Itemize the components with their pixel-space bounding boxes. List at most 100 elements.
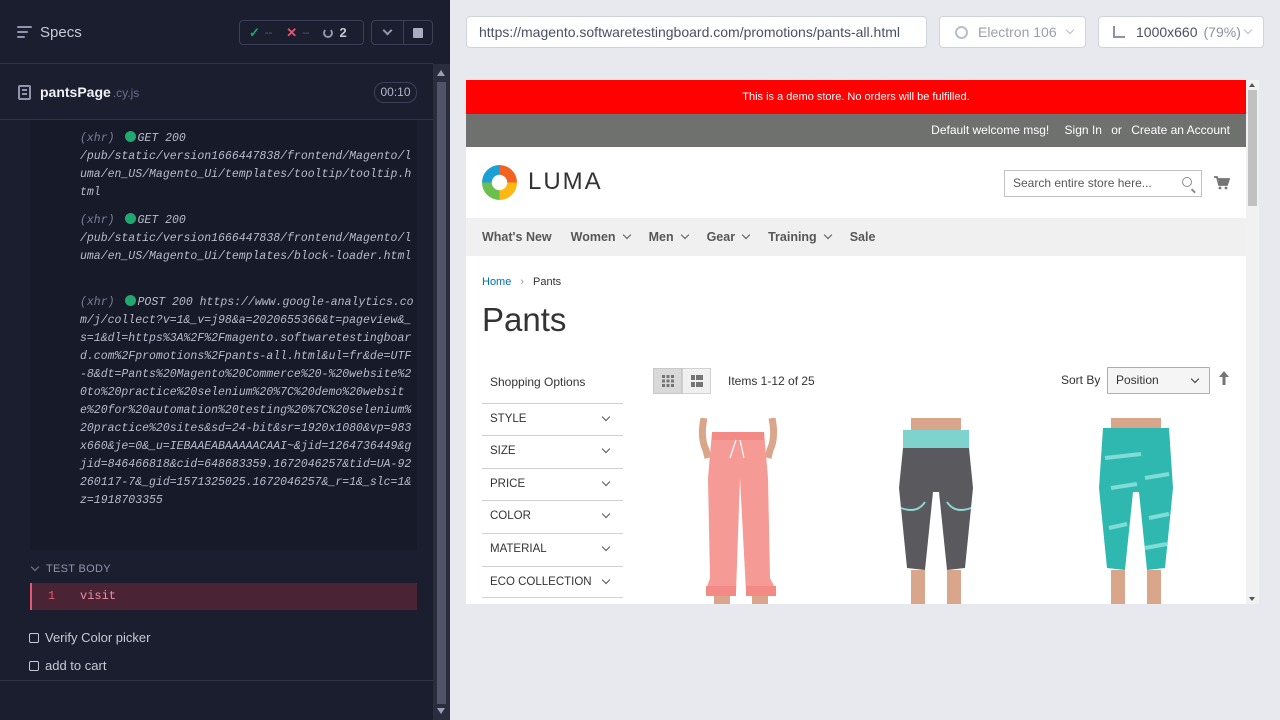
nav-sale[interactable]: Sale (850, 230, 876, 244)
test-title: add to cart (45, 658, 107, 673)
test-add-to-cart[interactable]: add to cart (29, 658, 106, 673)
filter-price[interactable]: PRICE (482, 468, 623, 500)
scrollbar-thumb[interactable] (1248, 90, 1257, 206)
stop-button[interactable] (404, 20, 433, 45)
grid-view-button[interactable] (653, 368, 682, 394)
chevron-down-icon (601, 575, 611, 585)
nav-training[interactable]: Training (768, 230, 832, 244)
filter-size[interactable]: SIZE (482, 435, 623, 467)
scroll-up-icon[interactable] (437, 70, 445, 76)
ruler-icon (1113, 26, 1125, 38)
shopping-options-title: Shopping Options (490, 375, 586, 389)
breadcrumb: Home › Pants (482, 276, 561, 288)
viewport-selector[interactable]: 1000x660 (79%) (1098, 16, 1264, 48)
chevron-down-icon (30, 562, 40, 572)
app-under-test-frame[interactable]: This is a demo store. No orders will be … (466, 80, 1259, 604)
scroll-up-icon[interactable] (1249, 83, 1255, 87)
collapse-all-button[interactable] (371, 20, 404, 45)
sort-by-select[interactable]: Position (1107, 367, 1210, 394)
filter-style[interactable]: STYLE (482, 403, 623, 435)
chevron-down-icon (601, 509, 611, 519)
specs-list-icon[interactable] (17, 26, 32, 38)
test-body-label: TEST BODY (46, 563, 111, 575)
breadcrumb-home[interactable]: Home (482, 276, 511, 288)
log-url: /pub/static/version1666447838/frontend/M… (80, 150, 412, 199)
store-header-panel: Default welcome msg! Sign In or Create a… (466, 114, 1246, 147)
spec-duration: 00:10 (374, 82, 417, 103)
passed-check-icon: ✓ (249, 24, 260, 40)
pending-count: 2 (339, 25, 347, 40)
chevron-right-icon: › (520, 276, 525, 288)
product-image[interactable] (851, 418, 1021, 604)
list-view-button[interactable] (682, 368, 711, 394)
browser-selector[interactable]: Electron 106 (939, 16, 1086, 48)
pink-pants-image (698, 418, 778, 604)
chevron-down-icon (823, 230, 832, 240)
stop-icon (413, 27, 423, 38)
visit-command[interactable]: 1 visit (30, 583, 417, 610)
teal-capri-pants-image (1099, 418, 1173, 604)
search-icon[interactable] (1184, 176, 1200, 192)
failed-x-icon: ✕ (286, 24, 298, 40)
url-bar[interactable]: https://magento.softwaretestingboard.com… (466, 16, 927, 48)
command-log-scrollbar[interactable] (433, 64, 450, 720)
specs-title[interactable]: Specs (40, 24, 82, 41)
command-log-panel: Specs ✓ -- ✕ -- 2 pantsPage .cy.js 00:10 … (0, 0, 450, 720)
chevron-down-icon (741, 230, 751, 240)
log-entry[interactable]: (xhr) GET 200/pub/static/version166644783… (80, 212, 414, 266)
nav-men[interactable]: Men (649, 230, 689, 244)
failed-count: -- (302, 26, 310, 39)
log-method: GET 200 (137, 214, 186, 227)
demo-notice: This is a demo store. No orders will be … (466, 80, 1246, 114)
log-entry[interactable]: (xhr) POST 200 https://www.google-analyti… (80, 294, 414, 510)
test-title: Verify Color picker (45, 630, 151, 645)
status-dot-icon (124, 295, 136, 306)
log-url: /pub/static/version1666447838/frontend/M… (80, 232, 412, 263)
items-count: Items 1-12 of 25 (728, 374, 815, 388)
nav-women[interactable]: Women (571, 230, 631, 244)
log-method: POST 200 (137, 296, 193, 309)
scrollbar-thumb[interactable] (437, 82, 446, 704)
scroll-down-icon[interactable] (437, 708, 445, 714)
status-dot-icon (124, 131, 136, 142)
grid-icon (661, 375, 674, 387)
create-account-link[interactable]: Create an Account (1131, 123, 1230, 137)
filter-material[interactable]: MATERIAL (482, 533, 623, 565)
nav-gear[interactable]: Gear (707, 230, 751, 244)
sort-direction-arrow-icon[interactable] (1219, 371, 1229, 385)
page-scrollbar[interactable] (1246, 80, 1259, 604)
scroll-down-icon[interactable] (1249, 597, 1255, 601)
log-entry[interactable]: (xhr) GET 200/pub/static/version166644783… (80, 130, 414, 202)
luma-logo[interactable]: LUMA (482, 164, 603, 200)
cart-icon[interactable] (1213, 175, 1230, 191)
log-prefix: (xhr) (80, 214, 115, 227)
welcome-message: Default welcome msg! (931, 123, 1050, 137)
main-navigation: What's New Women Men Gear Training Sale (466, 218, 1246, 256)
pending-spinner-icon (323, 27, 334, 38)
chevron-down-icon (1065, 25, 1075, 35)
store-search-input[interactable]: Search entire store here... (1004, 170, 1202, 197)
passed-count: -- (264, 26, 273, 39)
command-log[interactable]: (xhr) GET 200/pub/static/version166644783… (30, 120, 417, 550)
log-url: https://www.google-analytics.com/j/colle… (80, 296, 414, 507)
product-image[interactable] (653, 418, 823, 604)
filter-color[interactable]: COLOR (482, 500, 623, 532)
luma-logo-icon (482, 164, 517, 200)
browser-name: Electron 106 (978, 24, 1057, 40)
chevron-down-icon (382, 25, 393, 36)
product-image[interactable] (1051, 418, 1221, 604)
chevron-down-icon (680, 230, 689, 240)
command-number: 1 (48, 589, 56, 603)
nav-whats-new[interactable]: What's New (482, 230, 552, 244)
spec-extension: .cy.js (112, 86, 140, 100)
pending-test-icon (29, 660, 39, 671)
list-icon (690, 375, 703, 387)
runner-header: Specs ✓ -- ✕ -- 2 (0, 0, 433, 64)
sign-in-link[interactable]: Sign In (1065, 123, 1102, 137)
test-verify-color-picker[interactable]: Verify Color picker (29, 630, 150, 645)
status-dot-icon (124, 213, 136, 224)
command-name: visit (80, 589, 117, 603)
filter-eco-collection[interactable]: ECO COLLECTION (482, 566, 623, 598)
viewport-size: 1000x660 (1136, 24, 1198, 40)
chevron-down-icon (1190, 374, 1200, 384)
